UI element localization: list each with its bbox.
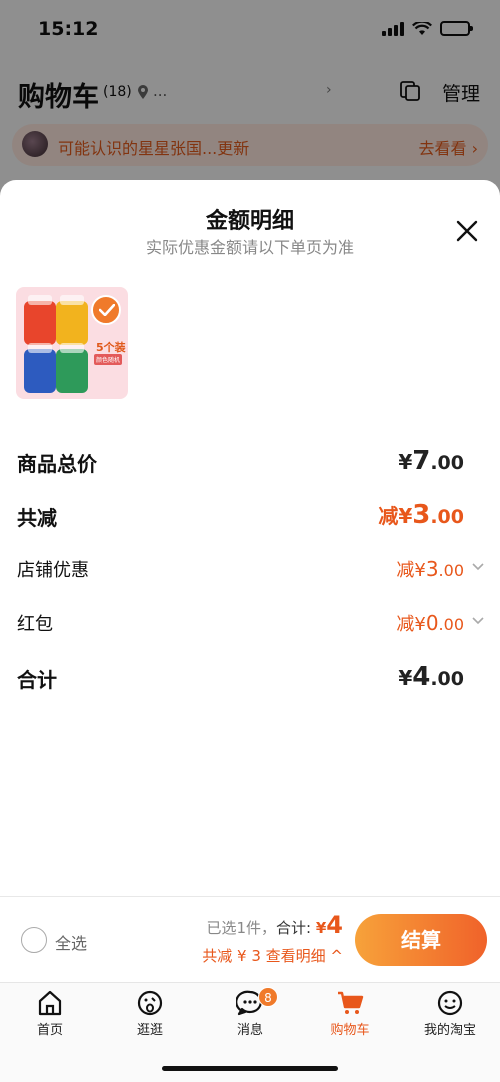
sum-amount: ¥4.00 xyxy=(398,662,464,692)
shop-discount-label: 店铺优惠 xyxy=(17,560,89,581)
browse-icon xyxy=(137,990,163,1016)
product-cup-red xyxy=(24,295,56,345)
sheet-subtitle: 实际优惠金额请以下单页为准 xyxy=(145,238,354,257)
shop-discount-amount[interactable]: 减¥3.00 xyxy=(396,556,464,582)
view-detail-link[interactable]: 共减 ¥ 3 查看明细 ^ xyxy=(202,945,343,966)
reduce-amount: 减¥3.00 xyxy=(378,500,464,530)
checkout-button[interactable]: 结算 xyxy=(355,914,487,966)
product-thumbnail[interactable]: 5个装 颜色随机 xyxy=(16,287,128,399)
check-icon xyxy=(91,295,121,325)
promo-text: 5个装 xyxy=(96,341,126,354)
tab-label: 首页 xyxy=(36,1023,63,1038)
home-icon xyxy=(38,990,62,1016)
amount-detail-sheet: 金额明细 实际优惠金额请以下单页为准 5个装 颜色随机 商品总价 ¥7.00 共… xyxy=(0,180,500,896)
cart-icon xyxy=(338,991,364,1014)
product-cup-green xyxy=(56,343,88,393)
tab-home[interactable]: 首页 xyxy=(0,989,100,1038)
red-packet-label: 红包 xyxy=(17,614,53,635)
chevron-down-icon[interactable] xyxy=(472,563,484,571)
reduce-label: 共减 xyxy=(17,506,57,530)
dim-overlay[interactable] xyxy=(0,0,500,200)
sheet-title: 金额明细 xyxy=(205,209,294,234)
tab-label: 逛逛 xyxy=(136,1023,163,1038)
select-all-label[interactable]: 全选 xyxy=(55,930,87,954)
tab-profile[interactable]: 我的淘宝 xyxy=(400,989,500,1038)
promo-tag: 颜色随机 xyxy=(94,354,123,365)
product-cup-blue xyxy=(24,343,56,393)
tab-label: 购物车 xyxy=(330,1023,370,1038)
total-price-amount: ¥7.00 xyxy=(398,446,464,476)
tab-messages[interactable]: 8 消息 xyxy=(200,987,300,1038)
checkout-bar: 全选 已选1件，合计: ¥4 共减 ¥ 3 查看明细 ^ 结算 xyxy=(0,896,500,982)
message-badge: 8 xyxy=(258,987,278,1007)
order-summary: 已选1件，合计: ¥4 xyxy=(206,911,343,939)
tab-cart[interactable]: 购物车 xyxy=(300,989,400,1038)
home-indicator xyxy=(162,1066,338,1071)
select-all-radio[interactable] xyxy=(21,927,47,953)
tab-label: 我的淘宝 xyxy=(423,1023,476,1038)
chevron-down-icon[interactable] xyxy=(472,617,484,625)
total-price-label: 商品总价 xyxy=(17,452,97,476)
close-icon[interactable] xyxy=(456,220,478,242)
profile-icon xyxy=(437,990,463,1016)
red-packet-amount[interactable]: 减¥0.00 xyxy=(396,610,464,636)
tab-label: 消息 xyxy=(236,1023,263,1038)
sum-label: 合计 xyxy=(17,668,57,692)
product-cup-yellow xyxy=(56,295,88,345)
tab-browse[interactable]: 逛逛 xyxy=(100,989,200,1038)
